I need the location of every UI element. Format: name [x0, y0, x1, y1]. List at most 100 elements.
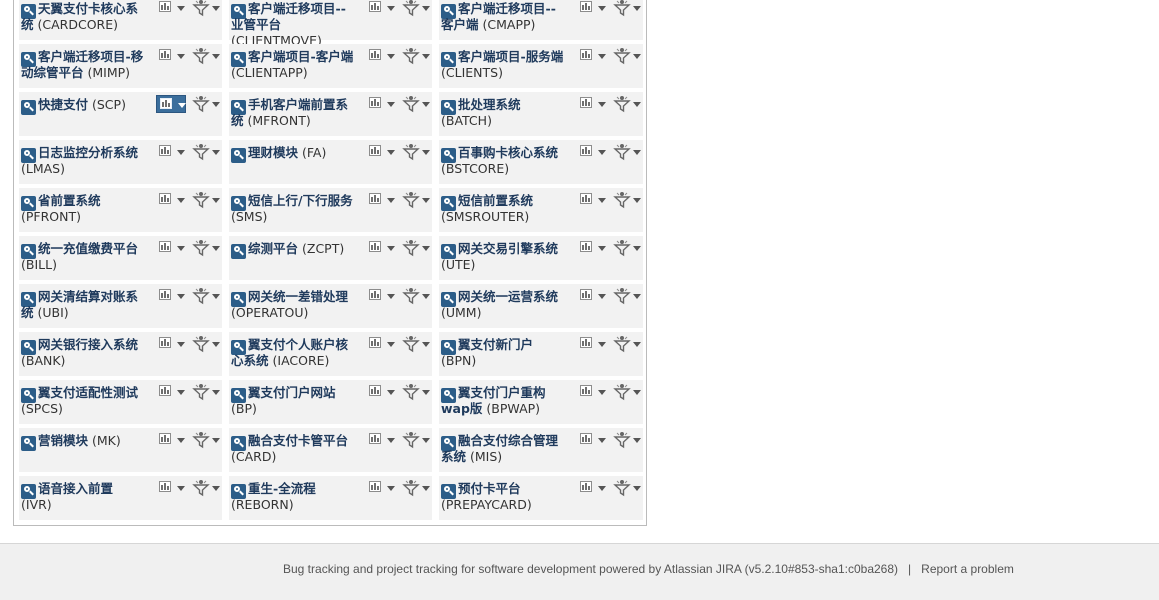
reports-dropdown-button[interactable]: [156, 287, 186, 305]
project-name-link[interactable]: 融合支付卡管平台: [248, 433, 348, 448]
filters-dropdown-button[interactable]: [402, 383, 430, 401]
filters-dropdown-button[interactable]: [402, 431, 430, 449]
project-name-link[interactable]: 营销模块: [38, 433, 88, 448]
reports-dropdown-button[interactable]: [156, 335, 186, 353]
project-name-link[interactable]: 语音接入前置: [38, 481, 113, 496]
filters-dropdown-button[interactable]: [402, 287, 430, 305]
project-name-link[interactable]: 网关交易引擎系统: [458, 241, 558, 256]
reports-dropdown-button[interactable]: [577, 47, 607, 65]
reports-dropdown-button[interactable]: [577, 0, 607, 17]
reports-dropdown-button[interactable]: [156, 239, 186, 257]
reports-dropdown-button[interactable]: [366, 0, 396, 17]
filters-dropdown-button[interactable]: [192, 191, 220, 209]
project-name-link[interactable]: 短信上行/下行服务: [248, 193, 353, 208]
project-name-link[interactable]: 综测平台: [248, 241, 298, 256]
filters-dropdown-button[interactable]: [192, 479, 220, 497]
filters-dropdown-button[interactable]: [192, 383, 220, 401]
reports-dropdown-button[interactable]: [577, 95, 607, 113]
reports-dropdown-button[interactable]: [156, 431, 186, 449]
reports-dropdown-button[interactable]: [577, 239, 607, 257]
filters-dropdown-button[interactable]: [402, 143, 430, 161]
filters-dropdown-button[interactable]: [402, 47, 430, 65]
project-key: (UMM): [441, 305, 482, 320]
reports-dropdown-button[interactable]: [156, 95, 186, 113]
filters-dropdown-button[interactable]: [613, 431, 641, 449]
filters-dropdown-button[interactable]: [613, 287, 641, 305]
project-name-link[interactable]: 翼支付适配性测试: [38, 385, 138, 400]
reports-dropdown-button[interactable]: [577, 383, 607, 401]
filters-dropdown-button[interactable]: [613, 383, 641, 401]
caret-down-icon: [598, 198, 606, 203]
filter-funnel-icon: [613, 96, 631, 113]
reports-dropdown-button[interactable]: [366, 383, 396, 401]
reports-dropdown-button[interactable]: [577, 287, 607, 305]
project-name-link[interactable]: 日志监控分析系统: [38, 145, 138, 160]
project-name-link[interactable]: 网关统一差错处理: [248, 289, 348, 304]
filters-dropdown-button[interactable]: [613, 335, 641, 353]
reports-dropdown-button[interactable]: [156, 47, 186, 65]
project-cell: 融合支付卡管平台 (CARD): [229, 428, 432, 472]
filters-dropdown-button[interactable]: [192, 143, 220, 161]
project-name-link[interactable]: 网关统一运营系统: [458, 289, 558, 304]
filters-dropdown-button[interactable]: [613, 143, 641, 161]
filters-dropdown-button[interactable]: [192, 0, 220, 17]
bar-chart-icon: [159, 145, 171, 156]
reports-dropdown-button[interactable]: [577, 431, 607, 449]
filters-dropdown-button[interactable]: [613, 47, 641, 65]
reports-dropdown-button[interactable]: [366, 47, 396, 65]
project-name-link[interactable]: 统一充值缴费平台: [38, 241, 138, 256]
project-name-link[interactable]: 批处理系统: [458, 97, 521, 112]
filters-dropdown-button[interactable]: [402, 479, 430, 497]
bar-chart-icon: [580, 433, 592, 444]
filters-dropdown-button[interactable]: [192, 287, 220, 305]
project-name-link[interactable]: 客户端项目-客户端: [248, 49, 353, 64]
filters-dropdown-button[interactable]: [402, 239, 430, 257]
filters-dropdown-button[interactable]: [613, 191, 641, 209]
reports-dropdown-button[interactable]: [577, 479, 607, 497]
reports-dropdown-button[interactable]: [366, 95, 396, 113]
reports-dropdown-button[interactable]: [366, 479, 396, 497]
reports-dropdown-button[interactable]: [366, 335, 396, 353]
filters-dropdown-button[interactable]: [613, 479, 641, 497]
filters-dropdown-button[interactable]: [192, 431, 220, 449]
reports-dropdown-button[interactable]: [577, 143, 607, 161]
filters-dropdown-button[interactable]: [402, 0, 430, 17]
reports-dropdown-button[interactable]: [156, 0, 186, 17]
project-name-link[interactable]: 百事购卡核心系统: [458, 145, 558, 160]
project-name-link[interactable]: 客户端项目-服务端: [458, 49, 563, 64]
project-name-link[interactable]: 省前置系统: [38, 193, 101, 208]
reports-dropdown-button[interactable]: [366, 287, 396, 305]
filters-dropdown-button[interactable]: [402, 191, 430, 209]
project-name-link[interactable]: 翼支付新门户: [458, 337, 533, 352]
reports-dropdown-button[interactable]: [156, 383, 186, 401]
project-name-link[interactable]: 预付卡平台: [458, 481, 521, 496]
reports-dropdown-button[interactable]: [577, 191, 607, 209]
filters-dropdown-button[interactable]: [613, 0, 641, 17]
reports-dropdown-button[interactable]: [366, 239, 396, 257]
reports-dropdown-button[interactable]: [366, 143, 396, 161]
bar-chart-icon: [580, 193, 592, 204]
reports-dropdown-button[interactable]: [366, 431, 396, 449]
reports-dropdown-button[interactable]: [366, 191, 396, 209]
project-name-link[interactable]: 网关银行接入系统: [38, 337, 138, 352]
reports-dropdown-button[interactable]: [156, 143, 186, 161]
filters-dropdown-button[interactable]: [192, 335, 220, 353]
project-name-link[interactable]: 重生-全流程: [248, 481, 316, 496]
filters-dropdown-button[interactable]: [613, 239, 641, 257]
project-name-link[interactable]: 短信前置系统: [458, 193, 533, 208]
reports-dropdown-button[interactable]: [577, 335, 607, 353]
project-name-link[interactable]: 客户端迁移项目--业管平台: [231, 1, 346, 32]
project-name-link[interactable]: 理财模块: [248, 145, 298, 160]
reports-dropdown-button[interactable]: [156, 191, 186, 209]
caret-down-icon: [177, 54, 185, 59]
filters-dropdown-button[interactable]: [192, 47, 220, 65]
report-problem-link[interactable]: Report a problem: [921, 562, 1014, 576]
filters-dropdown-button[interactable]: [402, 95, 430, 113]
filters-dropdown-button[interactable]: [613, 95, 641, 113]
filters-dropdown-button[interactable]: [402, 335, 430, 353]
project-name-link[interactable]: 翼支付门户网站: [248, 385, 336, 400]
reports-dropdown-button[interactable]: [156, 479, 186, 497]
filters-dropdown-button[interactable]: [192, 239, 220, 257]
project-name-link[interactable]: 快捷支付: [38, 97, 88, 112]
filters-dropdown-button[interactable]: [192, 95, 220, 113]
